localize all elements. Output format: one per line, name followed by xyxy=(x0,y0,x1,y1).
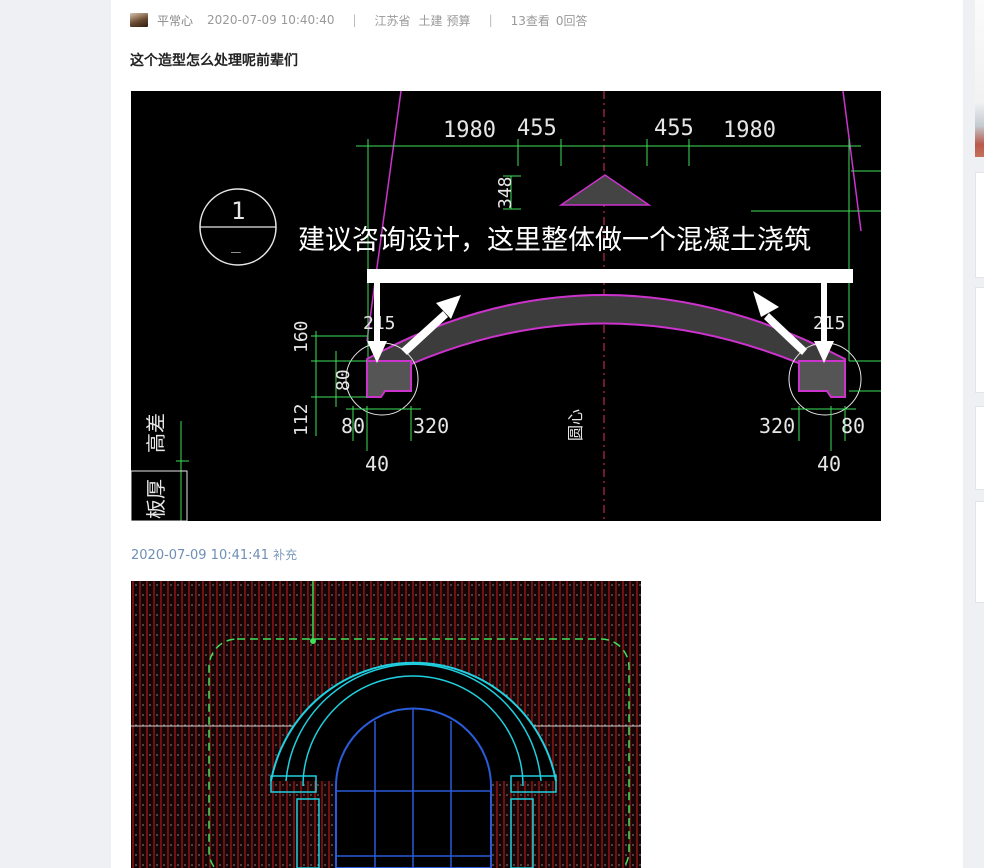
post-meta: 平常心 2020-07-09 10:40:40 | 江苏省 土建 预算 | 13… xyxy=(130,12,588,28)
dim-112: 112 xyxy=(291,403,312,436)
post-title: 这个造型怎么处理呢前辈们 xyxy=(130,53,298,69)
post-content: 平常心 2020-07-09 10:40:40 | 江苏省 土建 预算 | 13… xyxy=(111,0,963,868)
meta-separator: | xyxy=(488,13,493,27)
meta-separator: | xyxy=(352,13,357,27)
sidebar-card[interactable] xyxy=(975,501,984,603)
end-block-right xyxy=(798,360,846,398)
dim-455-left: 455 xyxy=(517,116,557,141)
sidebar-card[interactable] xyxy=(975,406,984,490)
tag-budget[interactable]: 预算 xyxy=(447,12,471,29)
answer-count: 0回答 xyxy=(555,13,588,28)
supplement-label: 补充 xyxy=(273,548,298,562)
post-time: 2020-07-09 10:40:40 xyxy=(207,13,335,27)
supplement-header: 2020-07-09 10:41:41 补充 xyxy=(131,546,297,563)
tag-civil[interactable]: 土建 xyxy=(419,12,443,29)
height-diff-label: 高差 xyxy=(144,413,168,453)
avatar[interactable] xyxy=(130,13,148,27)
supplement-time: 2020-07-09 10:41:41 xyxy=(131,548,270,563)
center-label: 圆心 xyxy=(566,409,585,441)
section-sub: _ xyxy=(231,234,241,253)
sidebar-card[interactable] xyxy=(975,172,984,278)
leader-dot xyxy=(310,638,316,644)
dim-80-right: 80 xyxy=(841,414,865,438)
annotation-bar xyxy=(367,269,853,283)
dim-320-right: 320 xyxy=(759,414,795,438)
sidebar-thumbnail[interactable] xyxy=(975,0,984,157)
dim-40-left: 40 xyxy=(365,452,389,476)
dim-348: 348 xyxy=(495,176,516,209)
dim-1980-left: 1980 xyxy=(443,118,496,143)
dim-80-vertical: 80 xyxy=(333,369,354,391)
sidebar-card[interactable] xyxy=(975,287,984,393)
dim-320-left: 320 xyxy=(413,414,449,438)
author-name[interactable]: 平常心 xyxy=(157,12,193,29)
region-label: 江苏省 xyxy=(374,13,411,28)
right-sidebar xyxy=(963,0,984,868)
dim-40-right: 40 xyxy=(817,452,841,476)
dim-455-right: 455 xyxy=(654,116,694,141)
view-count: 13查看 xyxy=(510,13,550,28)
slab-thickness-label: 板厚 xyxy=(144,479,168,519)
dim-215-right: 215 xyxy=(813,313,846,334)
dim-160: 160 xyxy=(291,320,312,353)
cad-drawing-image-2[interactable] xyxy=(131,581,641,868)
section-number: 1 xyxy=(231,197,245,225)
dim-80-left: 80 xyxy=(341,414,365,438)
cad-drawing-image-1[interactable]: 1980 455 455 1980 348 1 _ 160 80 112 215… xyxy=(131,91,881,521)
dim-1980-right: 1980 xyxy=(723,118,776,143)
annotation-text: 建议咨询设计，这里整体做一个混凝土浇筑 xyxy=(298,225,811,256)
end-block-left xyxy=(366,360,412,398)
